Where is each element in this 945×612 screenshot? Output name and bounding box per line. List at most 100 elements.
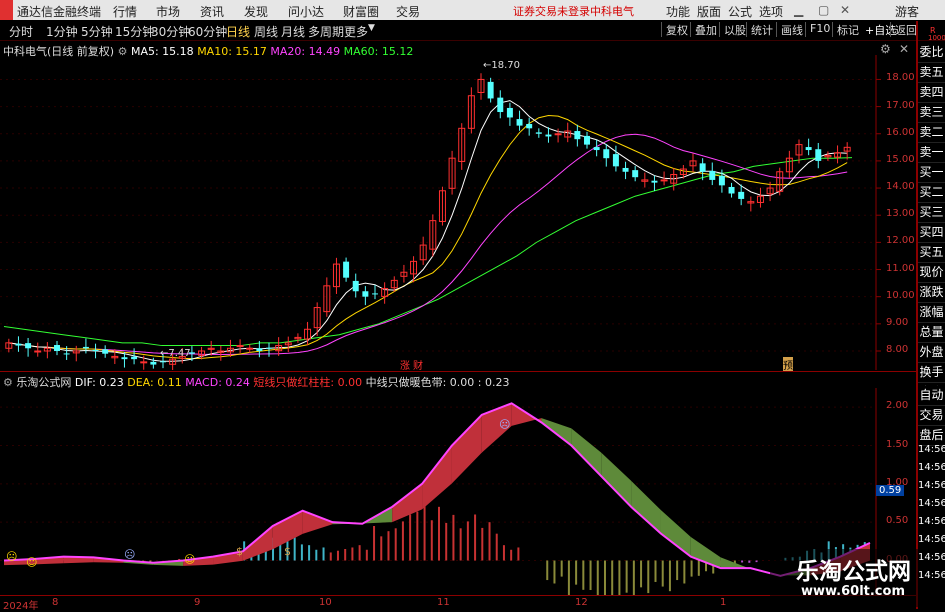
menu-shichang[interactable]: 市场 — [156, 3, 180, 20]
side-item[interactable]: 卖五 — [918, 63, 945, 83]
candle-body[interactable] — [699, 163, 706, 172]
candle-body[interactable] — [25, 343, 32, 349]
candle-body[interactable] — [63, 353, 70, 355]
chart-close-icon[interactable]: ✕ — [899, 42, 909, 56]
candle-body[interactable] — [246, 347, 254, 350]
candlestick-chart[interactable] — [0, 55, 916, 370]
event-mark-yu[interactable]: 预 — [783, 357, 793, 372]
candle-body[interactable] — [266, 347, 272, 349]
side-item[interactable]: 买四 — [918, 223, 945, 243]
side-item[interactable]: 涨跌 — [918, 283, 945, 303]
side-item[interactable]: 买二 — [918, 183, 945, 203]
menu-banmian[interactable]: 版面 — [697, 3, 721, 20]
side-item[interactable]: 涨幅 — [918, 303, 945, 323]
tf-fenshi[interactable]: 分时 — [9, 23, 33, 40]
candle-body[interactable] — [34, 350, 42, 353]
btn-f10[interactable]: F10 — [805, 22, 834, 37]
menu-faxian[interactable]: 发现 — [244, 3, 268, 20]
tf-multi[interactable]: 多周期 — [308, 23, 344, 40]
tf-30min[interactable]: 30分钟 — [151, 23, 190, 40]
tf-weekly[interactable]: 周线 — [254, 23, 278, 40]
side-item[interactable]: 卖一 — [918, 143, 945, 163]
btn-tongji[interactable]: 统计 — [746, 22, 777, 37]
candle-body[interactable] — [632, 170, 639, 178]
btn-huaxian[interactable]: 画线 — [776, 22, 807, 37]
candle-body[interactable] — [535, 132, 542, 134]
candle-body[interactable] — [131, 356, 138, 360]
side-bottom-item[interactable]: 交易 — [918, 406, 945, 426]
candle-body[interactable] — [506, 107, 513, 118]
restore-icon[interactable]: ▢ — [818, 3, 829, 17]
side-bottom-item[interactable]: 盘后 — [918, 426, 945, 446]
btn-biaoji[interactable]: 标记 — [832, 22, 863, 37]
menu-caifuquan[interactable]: 财富圈 — [343, 3, 379, 20]
candle-body[interactable] — [256, 348, 263, 351]
side-item[interactable]: 总量 — [918, 323, 945, 343]
candle-body[interactable] — [343, 261, 350, 278]
candle-body[interactable] — [651, 180, 658, 183]
tf-monthly[interactable]: 月线 — [281, 23, 305, 40]
event-mark-zhang[interactable]: 涨 — [400, 357, 410, 372]
candle-body[interactable] — [362, 291, 369, 297]
menu-hangqing[interactable]: 行情 — [113, 3, 137, 20]
tf-15min[interactable]: 15分钟 — [115, 23, 154, 40]
user-label[interactable]: 游客 — [895, 3, 919, 20]
candle-body[interactable] — [372, 293, 378, 295]
candle-body[interactable] — [554, 133, 562, 136]
candle-body[interactable] — [82, 346, 89, 349]
candle-body[interactable] — [718, 175, 725, 186]
candle-body[interactable] — [526, 123, 533, 129]
side-bottom-item[interactable]: 自动 — [918, 386, 945, 406]
candle-body[interactable] — [150, 361, 157, 365]
menu-xuanxiang[interactable]: 选项 — [759, 3, 783, 20]
candle-body[interactable] — [140, 361, 148, 364]
candle-body[interactable] — [574, 131, 581, 140]
candle-body[interactable] — [352, 280, 359, 292]
candle-body[interactable] — [805, 147, 812, 151]
candle-body[interactable] — [102, 349, 109, 354]
tf-more[interactable]: 更多 — [344, 23, 368, 40]
menu-wenxiaoda[interactable]: 问小达 — [288, 3, 324, 20]
menu-gongneng[interactable]: 功能 — [666, 3, 690, 20]
login-warning[interactable]: 证券交易未登录 — [513, 3, 590, 19]
tf-daily[interactable]: 日线 — [226, 23, 250, 40]
tf-60min[interactable]: 60分钟 — [188, 23, 227, 40]
candle-body[interactable] — [738, 191, 745, 199]
side-item[interactable]: 卖二 — [918, 123, 945, 143]
close-icon[interactable]: ✕ — [840, 3, 850, 17]
side-item[interactable]: 卖四 — [918, 83, 945, 103]
chevron-down-icon[interactable]: ▼ — [368, 23, 375, 33]
candle-body[interactable] — [15, 343, 22, 346]
menu-gongshi[interactable]: 公式 — [728, 3, 752, 20]
candle-body[interactable] — [660, 179, 668, 182]
candle-body[interactable] — [612, 154, 619, 167]
candle-body[interactable] — [516, 119, 523, 126]
candle-body[interactable] — [160, 361, 166, 363]
candle-body[interactable] — [121, 357, 128, 360]
candle-body[interactable] — [593, 147, 600, 151]
candle-body[interactable] — [236, 345, 244, 348]
side-item[interactable]: 买五 — [918, 243, 945, 263]
btn-diejia[interactable]: 叠加 — [690, 22, 721, 37]
candle-body[interactable] — [622, 167, 629, 172]
candle-body[interactable] — [584, 135, 590, 145]
side-item[interactable]: 卖三 — [918, 103, 945, 123]
candle-body[interactable] — [497, 97, 504, 113]
side-item[interactable]: 现价 — [918, 263, 945, 283]
candle-body[interactable] — [728, 186, 735, 194]
menu-jiaoyi[interactable]: 交易 — [396, 3, 420, 20]
side-item[interactable]: 买三 — [918, 203, 945, 223]
candle-body[interactable] — [54, 345, 60, 351]
candle-body[interactable] — [92, 349, 99, 351]
candle-body[interactable] — [545, 134, 552, 137]
btn-fuquan[interactable]: 复权 — [661, 22, 692, 37]
tf-5min[interactable]: 5分钟 — [81, 23, 113, 40]
minimize-icon[interactable]: ▁ — [794, 3, 803, 17]
candle-body[interactable] — [709, 170, 716, 180]
side-item[interactable]: 换手 — [918, 363, 945, 383]
chart-settings-icon[interactable]: ⚙ — [880, 42, 891, 56]
event-mark-cai[interactable]: 财 — [413, 357, 423, 372]
tf-1min[interactable]: 1分钟 — [46, 23, 78, 40]
candle-body[interactable] — [815, 149, 822, 161]
candle-body[interactable] — [487, 81, 494, 99]
